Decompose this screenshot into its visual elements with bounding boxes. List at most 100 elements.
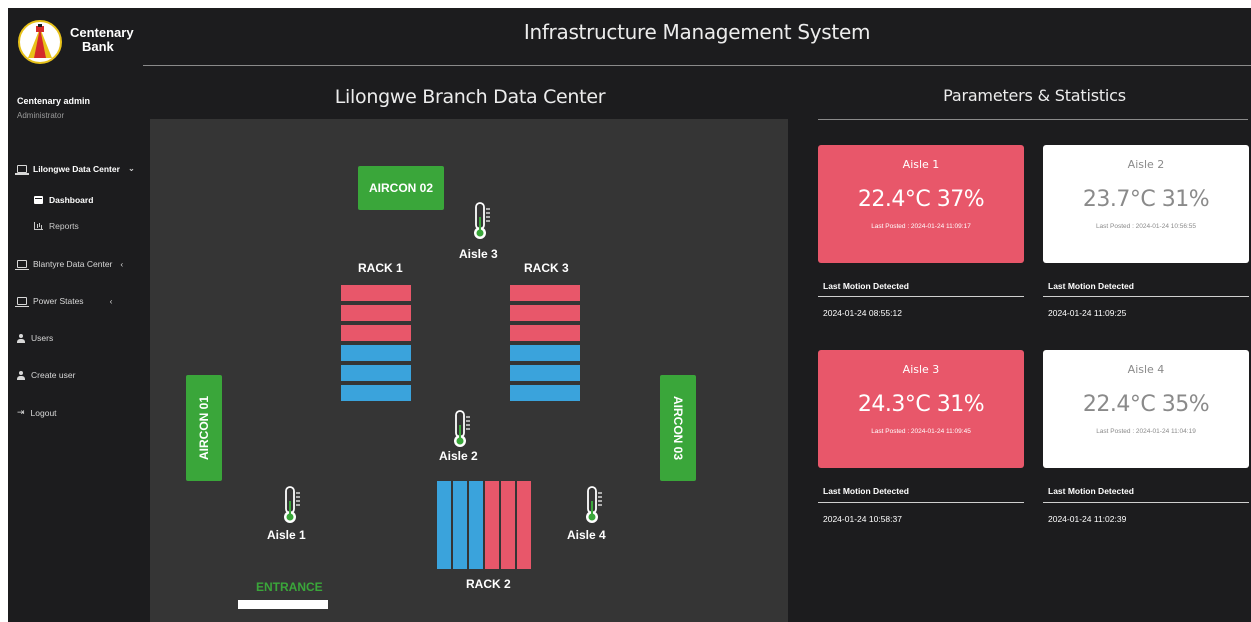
aisle-4-card[interactable]: Aisle 4 22.4°C 35% Last Posted : 2024-01… xyxy=(1043,350,1249,468)
monitor-icon xyxy=(15,164,29,175)
chevron-left-icon: ‹ xyxy=(120,259,124,269)
card-reading: 23.7°C 31% xyxy=(1082,187,1210,212)
card-reading: 24.3°C 31% xyxy=(857,392,985,417)
motion-divider xyxy=(1043,502,1249,503)
dashboard-icon xyxy=(34,196,43,204)
logout-icon: ⇥ xyxy=(17,407,25,417)
thermometer-icon-aisle-1[interactable] xyxy=(280,485,302,525)
sidebar-item-label: Users xyxy=(31,333,54,343)
thermometer-icon-aisle-2[interactable] xyxy=(450,409,472,449)
last-motion-value: 2024-01-24 11:02:39 xyxy=(1048,514,1127,524)
aisle-1-label: Aisle 1 xyxy=(267,528,306,542)
sidebar-subitem-label: Dashboard xyxy=(49,195,94,205)
aisle-4-label: Aisle 4 xyxy=(567,528,606,542)
monitor-icon xyxy=(15,260,29,270)
rack-slot-cold xyxy=(341,385,411,401)
thermometer-icon-aisle-3[interactable] xyxy=(470,201,492,241)
sidebar-item-label: Lilongwe Data Center xyxy=(33,163,120,174)
rack-slot-cold xyxy=(453,481,467,569)
last-motion-value: 2024-01-24 10:58:37 xyxy=(823,514,902,524)
rack-slot-hot xyxy=(341,305,411,321)
rack-slot-cold xyxy=(469,481,483,569)
card-title: Aisle 4 xyxy=(1127,363,1165,376)
motion-label: Last Motion Detected xyxy=(1048,486,1134,496)
rack-slot-cold xyxy=(510,365,580,381)
rack-slot-hot xyxy=(341,325,411,341)
aircon-label: AIRCON 01 xyxy=(197,395,212,461)
motion-divider xyxy=(818,502,1024,503)
aisle-1-card[interactable]: Aisle 1 22.4°C 37% Last Posted : 2024-01… xyxy=(818,145,1024,263)
user-icon xyxy=(17,333,25,343)
rack-3-label: RACK 3 xyxy=(524,261,569,275)
aisle-2-label: Aisle 2 xyxy=(439,449,478,463)
rack-slot-hot xyxy=(510,305,580,321)
user-icon xyxy=(17,370,25,380)
centenary-logo[interactable] xyxy=(18,20,62,64)
sidebar-item-label: Power States xyxy=(33,296,84,306)
monitor-icon xyxy=(15,297,29,307)
aisle-3-label: Aisle 3 xyxy=(459,247,498,261)
card-reading: 22.4°C 35% xyxy=(1082,392,1210,417)
data-center-title: Lilongwe Branch Data Center xyxy=(334,86,606,108)
chevron-left-icon: ‹ xyxy=(109,296,113,306)
sidebar-item-blantyre-data-center[interactable]: Blantyre Data Center ‹ xyxy=(15,259,124,270)
motion-label: Last Motion Detected xyxy=(1048,281,1134,291)
rack-slot-hot xyxy=(517,481,531,569)
aircon-03[interactable]: AIRCON 03 xyxy=(660,375,696,481)
floor-plan: AIRCON 02 AIRCON 01 AIRCON 03 Aisle 3 Ai… xyxy=(150,119,788,622)
app-title: Infrastructure Management System xyxy=(523,20,871,44)
rack-slot-cold xyxy=(341,345,411,361)
last-motion-value: 2024-01-24 11:09:25 xyxy=(1048,308,1127,318)
aisle-2-card[interactable]: Aisle 2 23.7°C 31% Last Posted : 2024-01… xyxy=(1043,145,1249,263)
last-motion-value: 2024-01-24 08:55:12 xyxy=(823,308,902,318)
rack-slot-hot xyxy=(510,285,580,301)
sidebar-item-label: Create user xyxy=(31,370,76,380)
sidebar-item-lilongwe-data-center[interactable]: Lilongwe Data Center ⌄ xyxy=(15,163,136,175)
app-frame: Centenary Bank Centenary admin Administr… xyxy=(8,8,1251,622)
sidebar-subitem-label: Reports xyxy=(49,221,79,231)
aircon-label: AIRCON 02 xyxy=(368,181,433,195)
card-title: Aisle 3 xyxy=(902,363,940,376)
thermometer-icon-aisle-4[interactable] xyxy=(582,485,604,525)
card-title: Aisle 2 xyxy=(1127,158,1165,171)
stats-divider xyxy=(818,119,1248,120)
aircon-label: AIRCON 03 xyxy=(671,395,686,461)
rack-slot-hot xyxy=(485,481,499,569)
sidebar-item-label: Blantyre Data Center xyxy=(33,259,113,269)
sidebar-item-label: Logout xyxy=(30,407,57,418)
card-last-posted: Last Posted : 2024-01-24 11:04:19 xyxy=(1096,428,1196,435)
brand-line-2: Bank xyxy=(82,39,114,54)
user-role: Administrator xyxy=(17,111,65,120)
sidebar-subitem-reports[interactable]: Reports xyxy=(34,221,79,231)
motion-label: Last Motion Detected xyxy=(823,486,909,496)
brand-name: Centenary Bank xyxy=(70,26,134,54)
card-title: Aisle 1 xyxy=(902,158,940,171)
motion-label: Last Motion Detected xyxy=(823,281,909,291)
rack-slot-cold xyxy=(510,345,580,361)
card-last-posted: Last Posted : 2024-01-24 11:09:45 xyxy=(871,428,971,435)
rack-slot-cold xyxy=(510,385,580,401)
sidebar-item-logout[interactable]: ⇥ Logout xyxy=(17,407,57,418)
card-last-posted: Last Posted : 2024-01-24 11:09:17 xyxy=(871,223,971,230)
card-reading: 22.4°C 37% xyxy=(857,187,985,212)
card-last-posted: Last Posted : 2024-01-24 10:56:55 xyxy=(1095,223,1197,230)
sidebar-item-create-user[interactable]: Create user xyxy=(17,370,75,380)
motion-divider xyxy=(818,296,1024,297)
aircon-01[interactable]: AIRCON 01 xyxy=(186,375,222,481)
rack-2-label: RACK 2 xyxy=(466,577,511,591)
rack-slot-hot xyxy=(501,481,515,569)
chevron-down-icon: ⌄ xyxy=(127,163,136,173)
entrance-label: ENTRANCE xyxy=(256,580,323,594)
sidebar-item-users[interactable]: Users xyxy=(17,333,53,343)
rack-slot-cold xyxy=(341,365,411,381)
brand-line-1: Centenary xyxy=(70,25,134,40)
chart-icon xyxy=(34,222,43,230)
header-divider xyxy=(143,65,1251,66)
entrance-door xyxy=(238,600,328,609)
sidebar-item-power-states[interactable]: Power States ‹ xyxy=(15,296,113,307)
aircon-02[interactable]: AIRCON 02 xyxy=(358,166,444,210)
aisle-3-card[interactable]: Aisle 3 24.3°C 31% Last Posted : 2024-01… xyxy=(818,350,1024,468)
sidebar-subitem-dashboard[interactable]: Dashboard xyxy=(34,195,93,205)
motion-divider xyxy=(1043,296,1249,297)
logo-emblem-icon xyxy=(28,24,52,58)
